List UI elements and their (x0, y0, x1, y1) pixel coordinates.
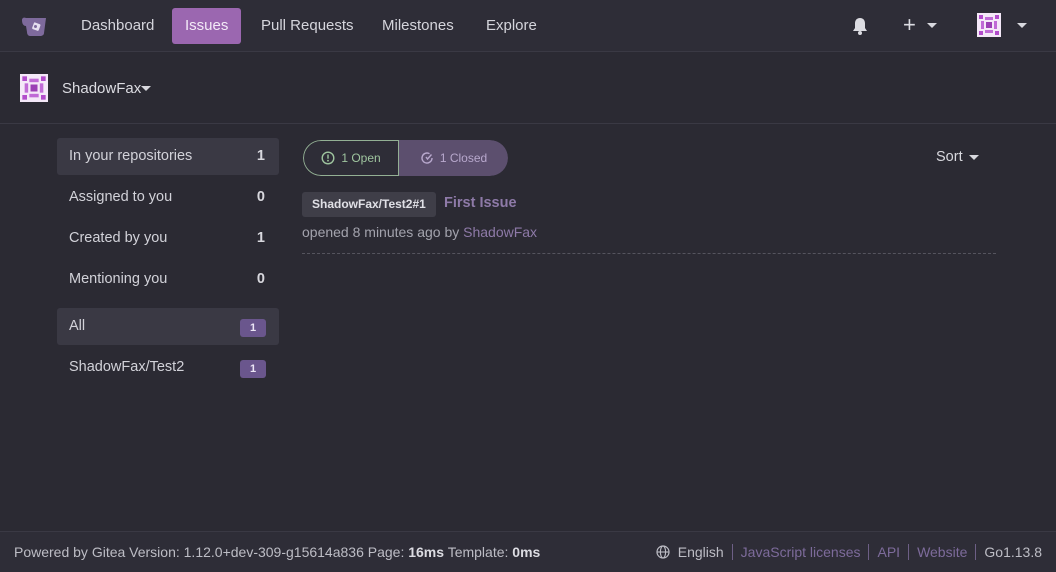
nav-pull-requests[interactable]: Pull Requests (248, 8, 367, 44)
avatar[interactable] (977, 13, 1001, 37)
footer-links: English JavaScript licenses API Website … (656, 544, 1042, 560)
issue-divider (302, 253, 996, 254)
bell-icon[interactable] (851, 16, 869, 36)
avatar (20, 74, 48, 102)
nav-dashboard[interactable]: Dashboard (68, 8, 167, 44)
api-link[interactable]: API (877, 544, 900, 560)
filter-count: 1 (256, 230, 265, 246)
top-navbar: Dashboard Issues Pull Requests Milestone… (0, 0, 1056, 52)
open-count-label: 1 Open (341, 151, 381, 165)
chevron-down-icon[interactable] (141, 86, 151, 91)
sort-dropdown[interactable]: Sort (936, 149, 963, 165)
filter-label: Mentioning you (69, 271, 168, 287)
filter-count: 0 (256, 271, 265, 287)
context-user-name[interactable]: ShadowFax (62, 80, 141, 97)
open-issues-button[interactable]: 1 Open (303, 140, 399, 176)
repo-label: All (69, 318, 86, 334)
issue-title-link[interactable]: First Issue (444, 195, 517, 211)
plus-icon[interactable]: + (903, 14, 916, 36)
footer-template-label: Template: (447, 544, 509, 560)
website-link[interactable]: Website (917, 544, 967, 560)
repo-label: ShadowFax/Test2 (69, 359, 185, 375)
nav-explore[interactable]: Explore (473, 8, 550, 44)
chevron-down-icon[interactable] (927, 23, 937, 28)
issue-filter-sidebar: In your repositories 1 Assigned to you 0… (57, 138, 279, 390)
footer-version-info: Powered by Gitea Version: 1.12.0+dev-309… (14, 544, 540, 560)
footer-template-time: 0ms (512, 544, 541, 560)
issue-closed-icon (421, 152, 433, 164)
filter-label: Assigned to you (69, 189, 173, 205)
issue-opened-text: opened 8 minutes ago by (302, 224, 460, 240)
issue-author-link[interactable]: ShadowFax (463, 224, 537, 240)
chevron-down-icon[interactable] (1017, 23, 1027, 28)
filter-label: Created by you (69, 230, 168, 246)
filter-label: In your repositories (69, 148, 193, 164)
footer-powered-text: Powered by Gitea Version: 1.12.0+dev-309… (14, 544, 405, 560)
nav-milestones[interactable]: Milestones (369, 8, 467, 44)
filter-count: 0 (256, 189, 265, 205)
filter-mentioning[interactable]: Mentioning you 0 (57, 261, 279, 298)
issue-repo-label[interactable]: ShadowFax/Test2#1 (302, 192, 436, 217)
issue-meta: opened 8 minutes ago by ShadowFax (302, 224, 537, 240)
go-version: Go1.13.8 (984, 544, 1042, 560)
count-badge: 1 (240, 319, 266, 337)
issue-state-toggle: 1 Open 1 Closed (303, 140, 508, 176)
nav-issues[interactable]: Issues (172, 8, 242, 44)
count-badge: 1 (240, 360, 266, 378)
footer: Powered by Gitea Version: 1.12.0+dev-309… (0, 531, 1056, 572)
filter-count: 1 (256, 148, 265, 164)
js-licenses-link[interactable]: JavaScript licenses (741, 544, 861, 560)
gitea-logo-icon[interactable] (20, 13, 50, 39)
globe-icon (656, 545, 670, 559)
repo-filter-test2[interactable]: ShadowFax/Test2 1 (57, 349, 279, 386)
filter-created[interactable]: Created by you 1 (57, 220, 279, 257)
chevron-down-icon[interactable] (969, 155, 979, 160)
repo-filter-all[interactable]: All 1 (57, 308, 279, 345)
context-switcher-bar: ShadowFax (0, 53, 1056, 124)
closed-issues-button[interactable]: 1 Closed (399, 140, 508, 176)
language-selector[interactable]: English (678, 544, 724, 560)
footer-page-time: 16ms (408, 544, 445, 560)
filter-assigned[interactable]: Assigned to you 0 (57, 179, 279, 216)
filter-your-repositories[interactable]: In your repositories 1 (57, 138, 279, 175)
issue-open-icon (321, 151, 335, 165)
closed-count-label: 1 Closed (439, 151, 488, 165)
